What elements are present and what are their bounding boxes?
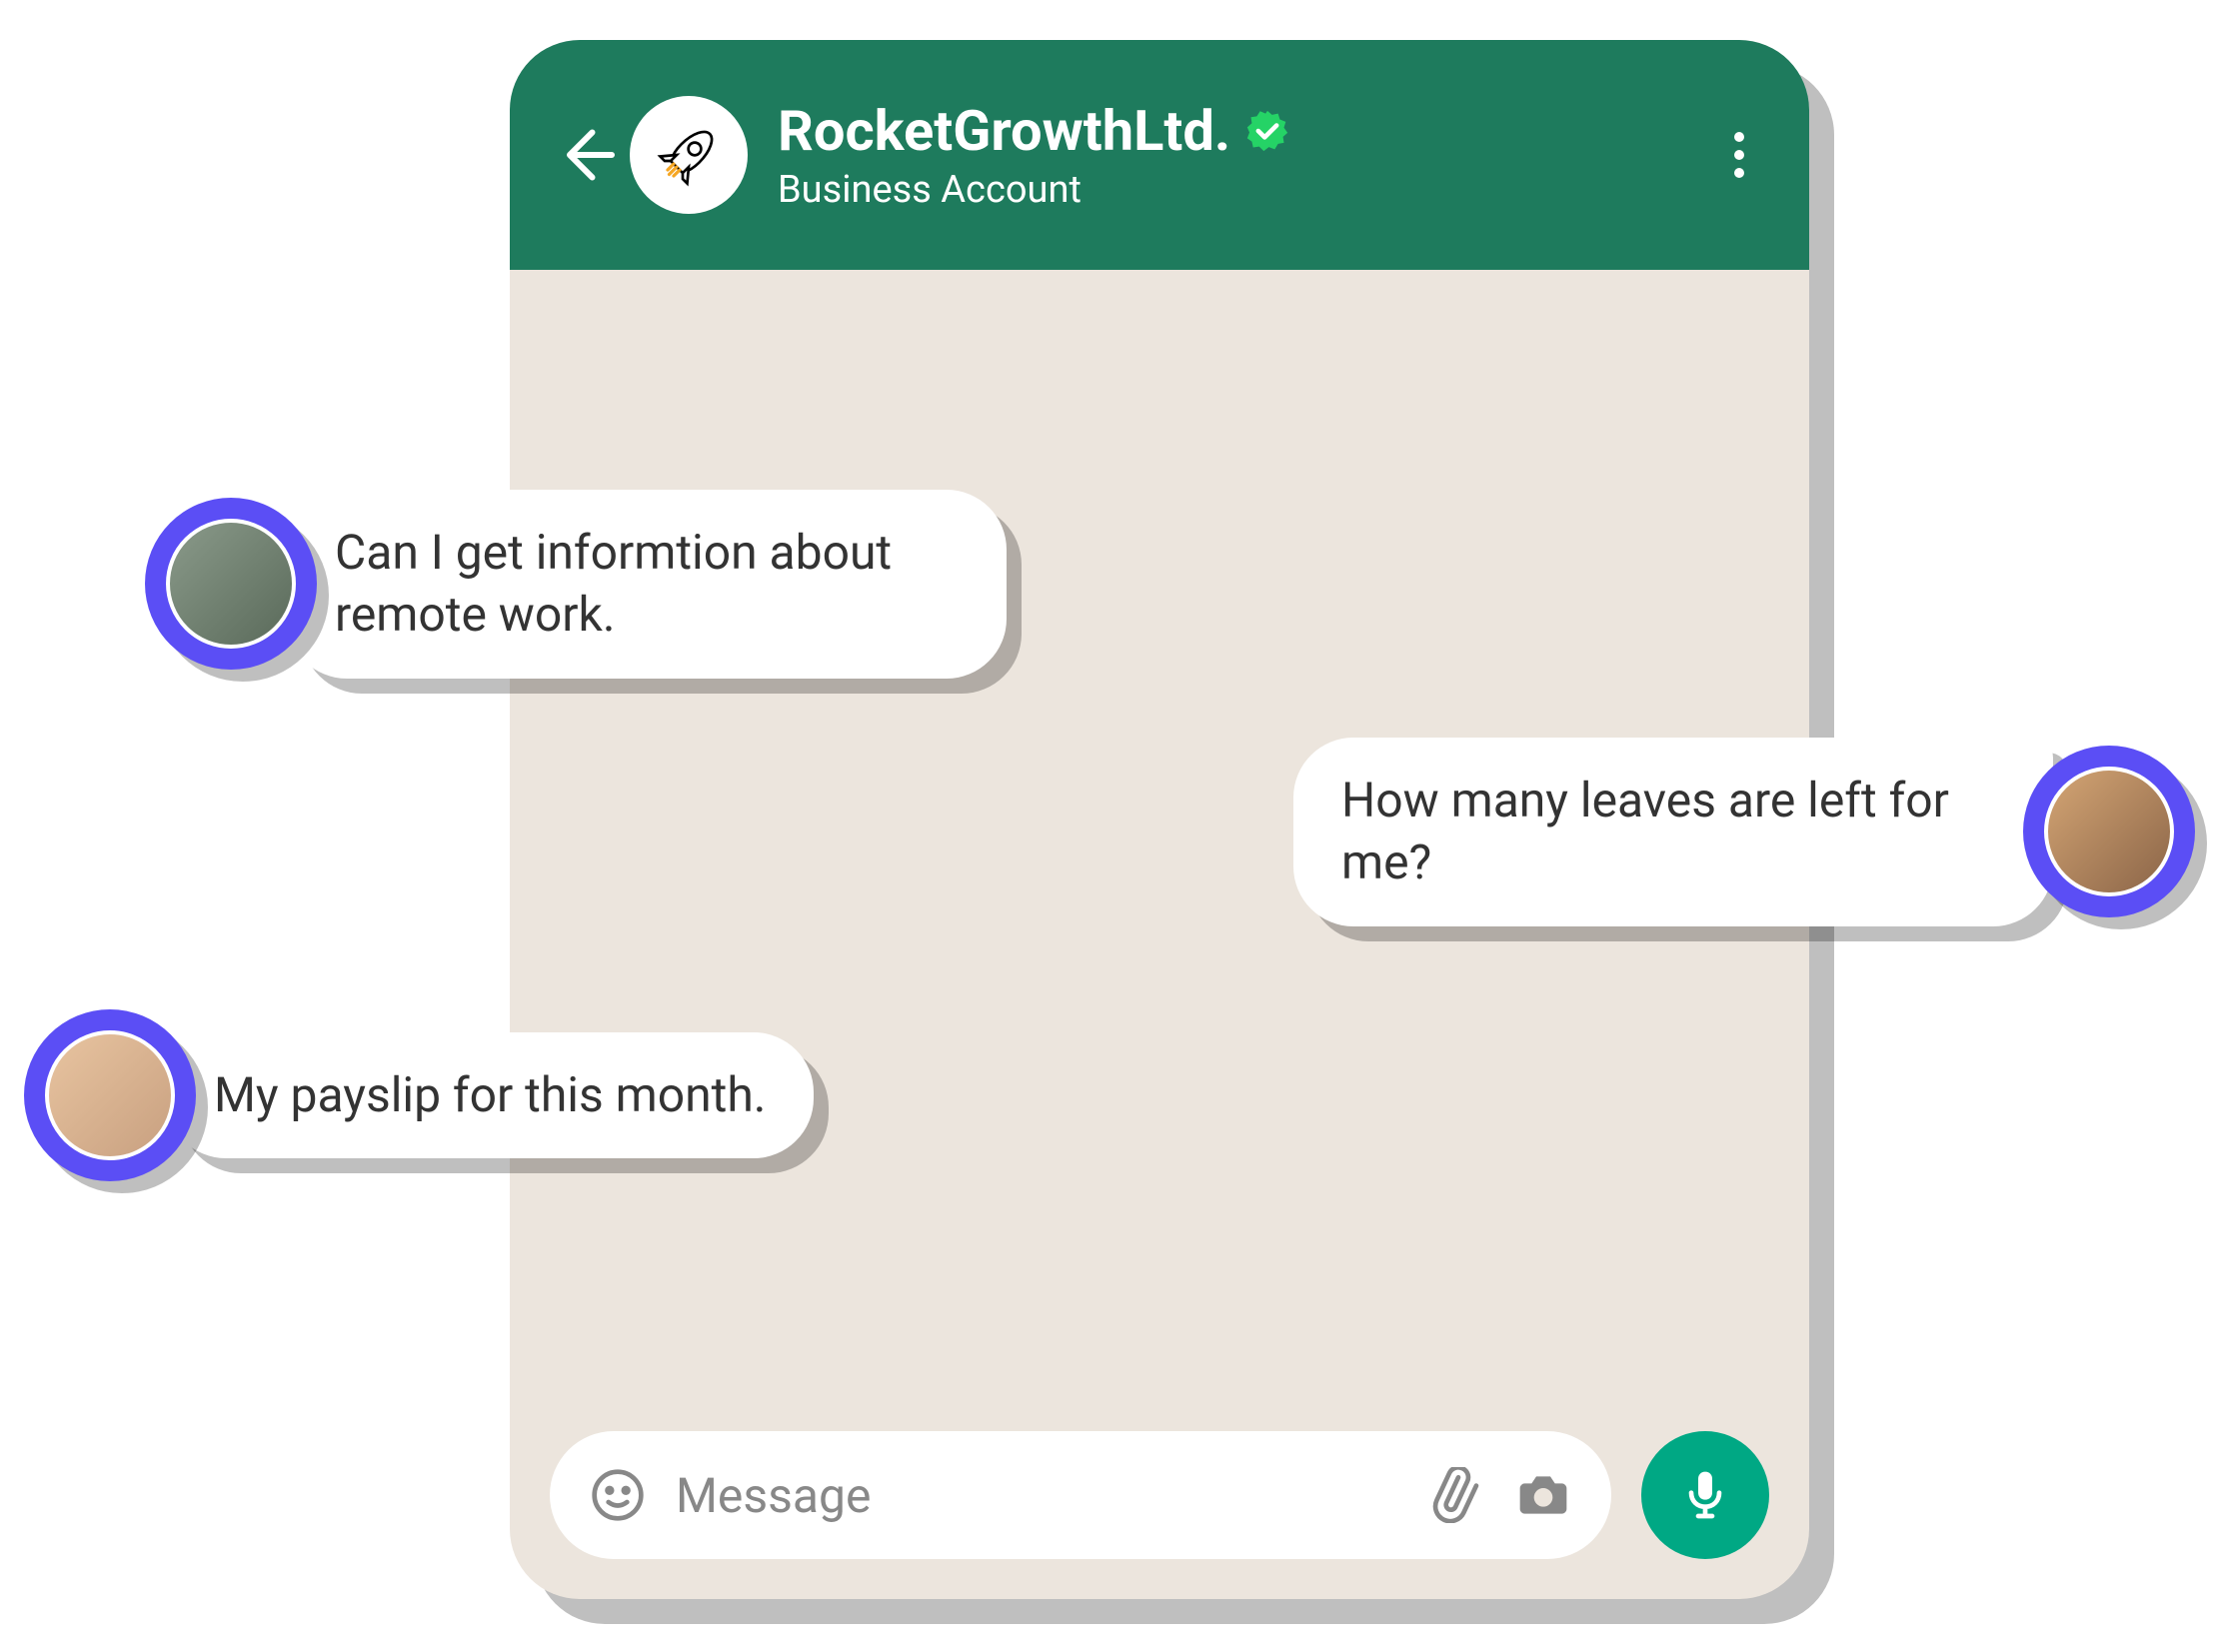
header-text-block[interactable]: RocketGrowthLtd. Business Account [778,98,1709,212]
message-row: How many leaves are left for me? [1293,738,2195,926]
microphone-icon [1677,1467,1733,1523]
attachment-icon[interactable] [1429,1467,1485,1523]
avatar-icon [2044,767,2174,896]
chat-subtitle: Business Account [778,168,1709,212]
rocket-icon [655,121,723,189]
dots-vertical-icon [1734,132,1744,142]
message-bubble[interactable]: How many leaves are left for me? [1293,738,2053,926]
chat-header: RocketGrowthLtd. Business Account [510,40,1809,270]
message-input-field[interactable]: Message [550,1431,1611,1559]
emoji-icon[interactable] [590,1467,646,1523]
user-avatar[interactable] [24,1009,196,1181]
camera-icon[interactable] [1515,1467,1571,1523]
message-input-placeholder: Message [676,1467,1399,1524]
message-input-bar: Message [550,1431,1769,1559]
arrow-left-icon [555,125,615,185]
back-button[interactable] [550,120,620,190]
business-avatar[interactable] [630,96,748,214]
avatar-icon [45,1030,175,1160]
chat-title: RocketGrowthLtd. [778,98,1230,164]
verified-badge-icon [1245,109,1289,153]
more-options-button[interactable] [1709,125,1769,185]
message-bubble[interactable]: My payslip for this month. [166,1032,814,1158]
message-row: Can I get informtion about remote work. [145,490,1007,679]
user-avatar[interactable] [2023,746,2195,917]
message-bubble[interactable]: Can I get informtion about remote work. [287,490,1007,679]
avatar-icon [166,519,296,649]
user-avatar[interactable] [145,498,317,670]
voice-message-button[interactable] [1641,1431,1769,1559]
message-row: My payslip for this month. [24,1009,814,1181]
